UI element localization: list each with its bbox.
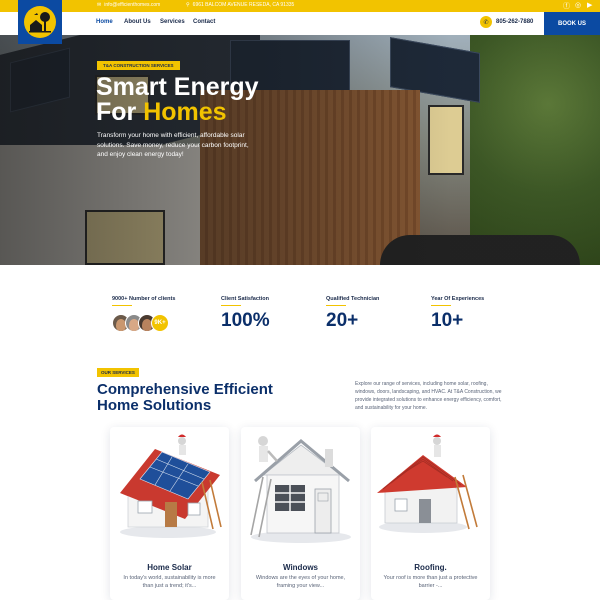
card-title-roofing: Roofing. [414, 563, 447, 572]
phone-icon: ✆ [480, 16, 492, 28]
card-desc-windows: Windows are the eyes of your home, frami… [255, 575, 346, 589]
card-title-windows: Windows [282, 563, 319, 572]
facebook-icon[interactable]: ⓕ [563, 1, 570, 11]
windows-illustration [250, 436, 351, 543]
services-heading-line2: Home Solutions [97, 397, 212, 414]
stat-clients-label: 9000+ Number of clients [112, 296, 176, 302]
services-tag: OUR SERVICES [97, 368, 139, 377]
top-address: ⚲ 6961 BALCOM AVENUE RESEDA, CA 91335 [186, 2, 294, 8]
service-card-windows[interactable]: Windows Windows are the eyes of your hom… [241, 427, 360, 600]
nav-home[interactable]: Home [96, 19, 113, 25]
service-card-home-solar[interactable]: Home Solar In today's world, sustainabil… [110, 427, 229, 600]
stat-experience-value: 10+ [431, 310, 464, 331]
stat-divider [326, 305, 346, 306]
hero-title-highlight: Homes [143, 98, 227, 126]
stat-divider [431, 305, 451, 306]
main-nav: Home About Us Services Contact ✆ 805-262… [0, 12, 600, 35]
hero-title-prefix: For [96, 98, 144, 126]
youtube-icon[interactable]: ▶ [587, 1, 592, 9]
services-intro: Explore our range of services, including… [355, 381, 502, 411]
hero-title-line2: For Homes [96, 100, 259, 125]
page: ✉ info@efficienthomes.com ⚲ 6961 BALCOM … [0, 0, 600, 600]
mail-icon: ✉ [97, 2, 102, 8]
services-heading-line1: Comprehensive Efficient [97, 381, 273, 398]
hero-overlay [0, 35, 600, 265]
stat-divider [112, 305, 132, 306]
card-desc-roofing: Your roof is more than just a protective… [383, 575, 478, 589]
location-pin-icon: ⚲ [186, 2, 190, 8]
top-bar: ✉ info@efficienthomes.com ⚲ 6961 BALCOM … [0, 0, 600, 12]
logo-house-tree-icon [29, 12, 51, 33]
stat-technician-value: 20+ [326, 310, 359, 331]
nav-contact[interactable]: Contact [193, 19, 215, 25]
stat-experience-label: Year Of Experiences [431, 296, 485, 302]
stat-satisfaction-label: Client Satisfaction [221, 296, 269, 302]
card-title-home-solar: Home Solar [147, 563, 192, 572]
instagram-icon[interactable]: ◎ [575, 1, 581, 9]
services-heading: Comprehensive Efficient Home Solutions [97, 382, 273, 414]
avatar-count-badge: 9K+ [151, 314, 169, 332]
top-address-text: 6961 BALCOM AVENUE RESEDA, CA 91335 [192, 2, 295, 8]
roofing-illustration [377, 434, 478, 533]
home-solar-illustration [120, 434, 222, 538]
phone-number: 805-262-7880 [496, 19, 534, 25]
book-us-button[interactable]: BOOK US [544, 12, 600, 35]
top-email[interactable]: ✉ info@efficienthomes.com [97, 2, 160, 8]
hero-section [0, 35, 600, 265]
hero-title: Smart Energy For Homes [96, 75, 259, 125]
stat-divider [221, 305, 241, 306]
service-card-roofing[interactable]: Roofing. Your roof is more than just a p… [371, 427, 490, 600]
hero-title-line1: Smart Energy [96, 73, 259, 101]
client-avatars: 9K+ [112, 314, 169, 332]
nav-services[interactable]: Services [160, 19, 185, 25]
phone-contact[interactable]: ✆ 805-262-7880 [480, 16, 533, 28]
hero-description: Transform your home with efficient, affo… [97, 132, 249, 158]
card-desc-home-solar: In today's world, sustainability is more… [123, 575, 216, 589]
top-email-text: info@efficienthomes.com [104, 2, 161, 8]
stat-satisfaction-value: 100% [221, 310, 270, 331]
logo-badge [24, 6, 56, 38]
site-logo[interactable] [18, 0, 62, 44]
nav-about-us[interactable]: About Us [124, 19, 151, 25]
hero-tag: T&A CONSTRUCTION SERVICES [97, 61, 180, 70]
stat-technician-label: Qualified Technician [326, 296, 380, 302]
